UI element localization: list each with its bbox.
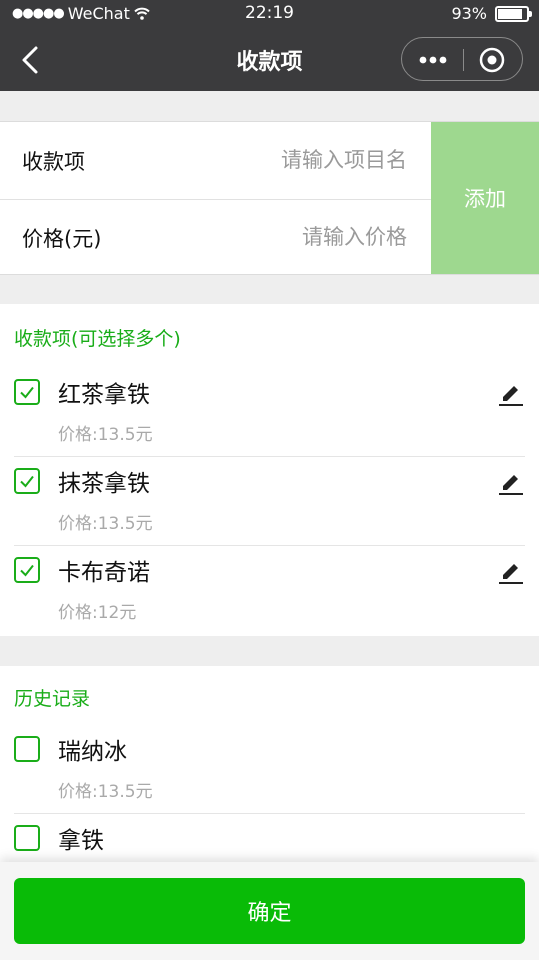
section-title: 历史记录 — [14, 688, 91, 710]
checkbox-checked[interactable] — [14, 557, 40, 583]
checkmark-icon — [20, 475, 34, 488]
list-item[interactable]: 卡布奇诺 价格:12元 — [14, 545, 525, 634]
add-item-form: 收款项 价格(元) 添加 — [0, 121, 539, 275]
capsule-divider — [463, 49, 464, 71]
item-name-input[interactable] — [165, 142, 409, 178]
confirm-button[interactable]: 确定 — [14, 878, 525, 944]
checkbox-checked[interactable] — [14, 379, 40, 405]
add-button[interactable]: 添加 — [431, 122, 539, 274]
section-title: 收款项(可选择多个) — [14, 328, 181, 350]
price-label: 价格(元) — [22, 227, 102, 251]
edit-pencil-icon[interactable] — [497, 559, 525, 587]
price-input[interactable] — [165, 219, 409, 255]
item-price: 价格:12元 — [58, 603, 137, 623]
battery-icon — [495, 5, 532, 22]
navigation-bar: 收款项 — [0, 28, 539, 91]
mini-program-capsule — [401, 37, 523, 81]
item-name-label: 收款项 — [22, 150, 85, 174]
item-price: 价格:13.5元 — [58, 425, 153, 445]
top-bar: ●●●●● WeChat 22:19 93% 收款项 — [0, 0, 539, 91]
more-icon[interactable] — [416, 47, 450, 73]
edit-pencil-icon[interactable] — [497, 381, 525, 409]
item-name: 拿铁 — [58, 828, 104, 854]
bottom-bar: 确定 — [0, 862, 539, 960]
checkmark-icon — [20, 386, 34, 399]
item-name: 红茶拿铁 — [58, 382, 150, 408]
battery-percent: 93% — [451, 4, 487, 23]
checkbox-checked[interactable] — [14, 468, 40, 494]
item-name: 瑞纳冰 — [58, 739, 127, 765]
status-bar: ●●●●● WeChat 22:19 93% — [0, 0, 539, 28]
list-item[interactable]: 红茶拿铁 价格:13.5元 — [14, 367, 525, 457]
list-item[interactable]: 抹茶拿铁 价格:13.5元 — [14, 456, 525, 546]
payment-items-section: 收款项(可选择多个) 红茶拿铁 价格:13.5元 抹茶拿铁 价格:13.5元 卡… — [0, 304, 539, 636]
item-name-row: 收款项 — [0, 122, 431, 200]
item-price: 价格:13.5元 — [58, 514, 153, 534]
item-price: 价格:13.5元 — [58, 782, 153, 802]
checkbox-unchecked[interactable] — [14, 825, 40, 851]
edit-pencil-icon[interactable] — [497, 470, 525, 498]
checkbox-unchecked[interactable] — [14, 736, 40, 762]
item-name: 抹茶拿铁 — [58, 471, 150, 497]
list-item[interactable]: 瑞纳冰 价格:13.5元 — [14, 724, 525, 814]
checkmark-icon — [20, 564, 34, 577]
history-section: 历史记录 瑞纳冰 价格:13.5元 拿铁 — [0, 666, 539, 866]
close-mini-program-icon[interactable] — [478, 46, 506, 74]
price-row: 价格(元) — [0, 199, 431, 276]
item-name: 卡布奇诺 — [58, 560, 150, 586]
